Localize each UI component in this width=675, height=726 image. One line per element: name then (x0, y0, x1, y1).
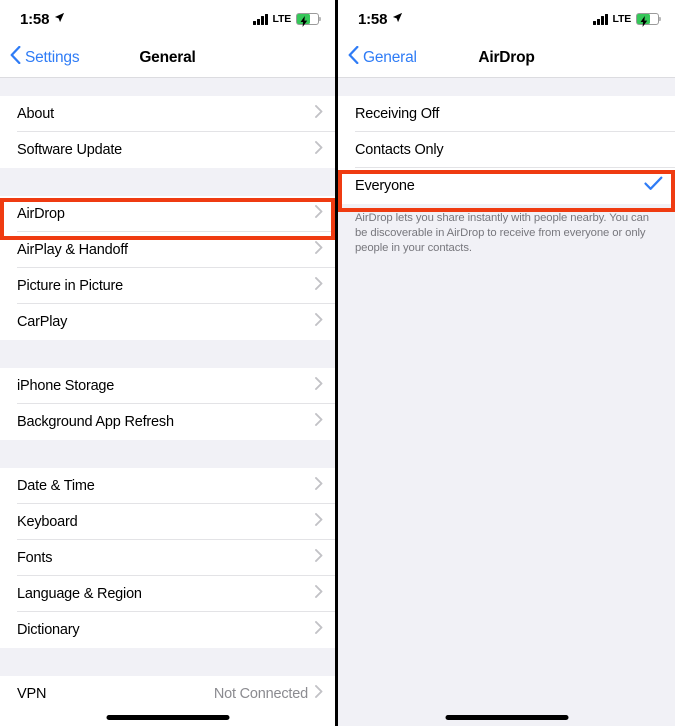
location-arrow-icon (54, 10, 65, 28)
table-row[interactable]: Picture in Picture (0, 268, 335, 304)
airdrop-footnote: AirDrop lets you share instantly with pe… (338, 204, 675, 267)
row-label: Background App Refresh (17, 414, 174, 430)
row-label: CarPlay (17, 314, 68, 330)
chevron-right-icon (315, 277, 323, 295)
home-indicator-bar[interactable] (106, 715, 229, 720)
table-row[interactable]: CarPlay (0, 304, 335, 340)
table-row[interactable]: Software Update (0, 132, 335, 168)
table-row[interactable]: Background App Refresh (0, 404, 335, 440)
table-row[interactable]: Language & Region (0, 576, 335, 612)
chevron-right-icon (315, 241, 323, 259)
chevron-right-icon (315, 621, 323, 639)
row-label: Fonts (17, 550, 53, 566)
table-row[interactable]: Keyboard (0, 504, 335, 540)
navigation-bar: Settings General (0, 38, 335, 78)
chevron-right-icon (315, 549, 323, 567)
row-label: iPhone Storage (17, 378, 115, 394)
status-bar-left: 1:58 (20, 10, 65, 28)
cellular-signal-icon (593, 13, 608, 25)
chevron-left-icon (10, 45, 21, 69)
table-row[interactable]: iPhone Storage (0, 368, 335, 404)
table-row[interactable]: AirPlay & Handoff (0, 232, 335, 268)
row-label: Dictionary (17, 622, 80, 638)
chevron-right-icon (315, 477, 323, 495)
section-gap (338, 78, 675, 96)
row-detail-value: Not Connected (213, 686, 308, 702)
row-label: Software Update (17, 142, 123, 158)
status-bar-right: LTE (593, 13, 661, 27)
table-row-vpn[interactable]: VPN Not Connected (0, 676, 335, 704)
option-label: Everyone (355, 178, 415, 194)
battery-charging-icon (296, 13, 321, 27)
right-phone-screen: 1:58 LTE General AirDrop Receiving Off C… (338, 0, 675, 726)
chevron-right-icon (315, 141, 323, 159)
status-bar: 1:58 LTE (338, 0, 675, 38)
settings-group-vpn: VPN Not Connected (0, 676, 335, 704)
section-gap (0, 168, 335, 196)
chevron-right-icon (315, 685, 323, 703)
section-gap (0, 648, 335, 676)
row-label: VPN (17, 686, 47, 702)
row-label: AirDrop (17, 206, 65, 222)
option-label: Contacts Only (355, 142, 444, 158)
status-bar: 1:58 LTE (0, 0, 335, 38)
status-time: 1:58 (20, 10, 50, 28)
back-button-settings[interactable]: Settings (0, 45, 80, 69)
home-indicator-area (0, 704, 335, 726)
row-label: Date & Time (17, 478, 95, 494)
status-bar-right: LTE (253, 13, 321, 27)
option-row-contacts-only[interactable]: Contacts Only (338, 132, 675, 168)
section-gap (0, 440, 335, 468)
checkmark-icon (644, 176, 663, 196)
settings-group-connectivity: AirDrop AirPlay & Handoff Picture in Pic… (0, 196, 335, 340)
table-row[interactable]: About (0, 96, 335, 132)
row-label: About (17, 106, 54, 122)
battery-charging-icon (636, 13, 661, 27)
settings-group-locale: Date & Time Keyboard Fonts Language & Re… (0, 468, 335, 648)
row-label: AirPlay & Handoff (17, 242, 128, 258)
airdrop-options-list[interactable]: Receiving Off Contacts Only Everyone Air… (338, 78, 675, 704)
carrier-label: LTE (612, 13, 632, 25)
home-indicator-area (338, 704, 675, 726)
chevron-left-icon (348, 45, 359, 69)
option-row-receiving-off[interactable]: Receiving Off (338, 96, 675, 132)
table-row[interactable]: Date & Time (0, 468, 335, 504)
table-row[interactable]: Fonts (0, 540, 335, 576)
row-label: Language & Region (17, 586, 142, 602)
chevron-right-icon (315, 413, 323, 431)
section-gap (0, 78, 335, 96)
section-gap (0, 340, 335, 368)
chevron-right-icon (315, 105, 323, 123)
settings-group-info: About Software Update (0, 96, 335, 168)
table-row-airdrop[interactable]: AirDrop (0, 196, 335, 232)
row-label: Picture in Picture (17, 278, 123, 294)
back-button-label: Settings (25, 48, 80, 66)
dual-screenshot-container: 1:58 LTE Settings General About Software… (0, 0, 675, 726)
carrier-label: LTE (272, 13, 292, 25)
table-row[interactable]: Dictionary (0, 612, 335, 648)
option-label: Receiving Off (355, 106, 440, 122)
back-button-general[interactable]: General (338, 45, 417, 69)
chevron-right-icon (315, 377, 323, 395)
location-arrow-icon (392, 10, 403, 28)
chevron-right-icon (315, 585, 323, 603)
airdrop-option-group: Receiving Off Contacts Only Everyone (338, 96, 675, 204)
settings-group-storage: iPhone Storage Background App Refresh (0, 368, 335, 440)
chevron-right-icon (315, 513, 323, 531)
option-row-everyone[interactable]: Everyone (338, 168, 675, 204)
chevron-right-icon (315, 313, 323, 331)
status-bar-left: 1:58 (358, 10, 403, 28)
chevron-right-icon (315, 205, 323, 223)
status-time: 1:58 (358, 10, 388, 28)
navigation-bar: General AirDrop (338, 38, 675, 78)
left-phone-screen: 1:58 LTE Settings General About Software… (0, 0, 338, 726)
back-button-label: General (363, 48, 417, 66)
settings-list[interactable]: About Software Update AirDrop AirPlay & … (0, 78, 335, 704)
cellular-signal-icon (253, 13, 268, 25)
home-indicator-bar[interactable] (445, 715, 568, 720)
row-label: Keyboard (17, 514, 78, 530)
